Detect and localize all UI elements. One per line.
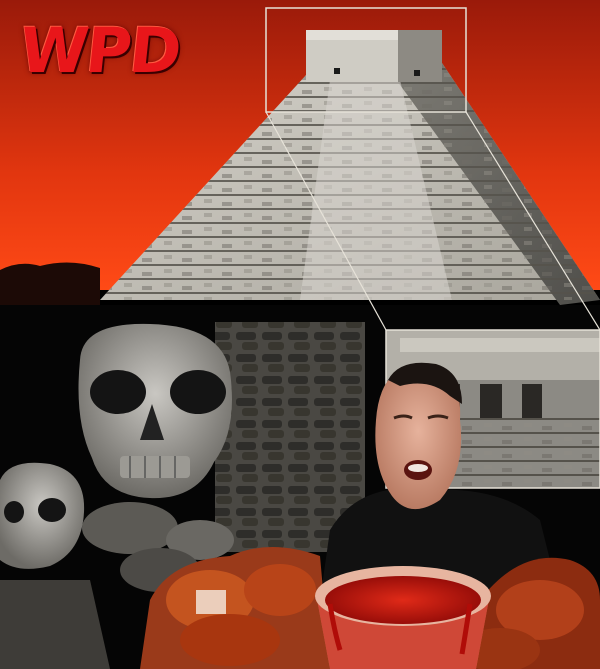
- meme-collage: WPD: [0, 0, 600, 669]
- wpd-logo: WPD: [16, 14, 184, 87]
- collage-artwork: [0, 0, 600, 669]
- sauce-bucket: [315, 566, 491, 669]
